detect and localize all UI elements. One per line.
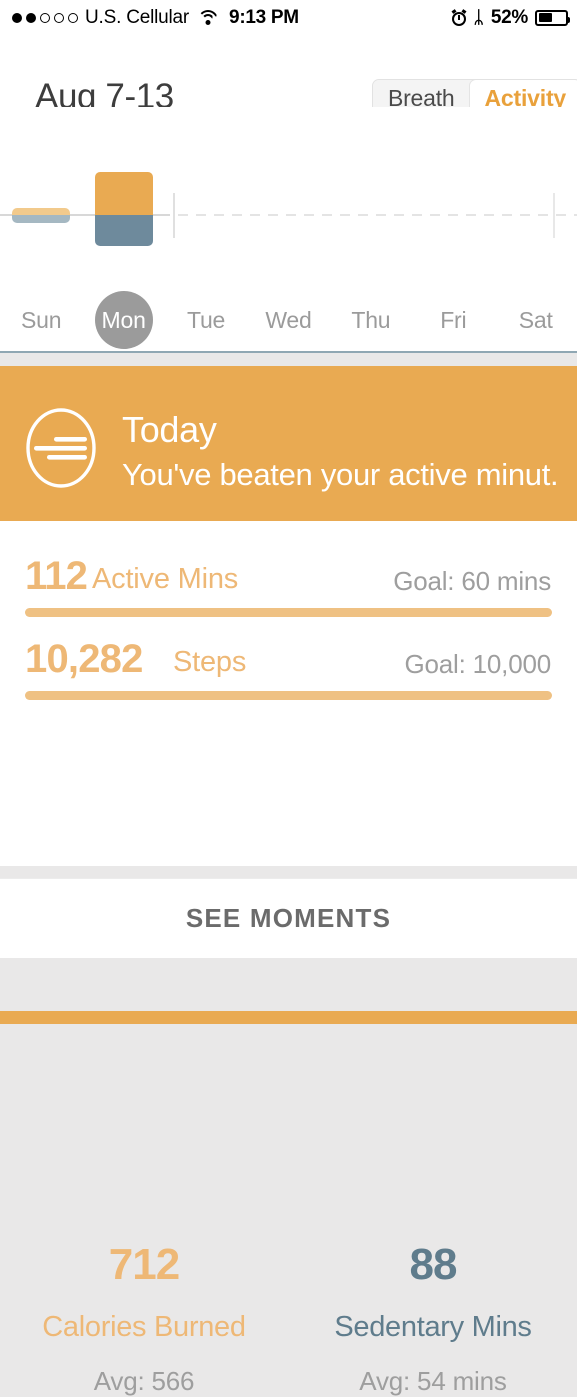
- week-activity-chart: [0, 107, 577, 287]
- stat-calories-burned: 712 Calories Burned Avg: 566: [0, 1231, 288, 1397]
- app-screen: U.S. Cellular 9:13 PM ᛦ 52% Aug 7-13 Bre…: [0, 0, 577, 1396]
- calories-value: 712: [108, 1240, 180, 1289]
- day-label: Sun: [21, 306, 62, 333]
- day-label: Wed: [265, 306, 312, 333]
- day-tab-fri[interactable]: Fri: [412, 291, 494, 349]
- section-divider-top: [0, 866, 577, 878]
- battery-icon: [535, 9, 570, 26]
- sedentary-label: Sedentary Mins: [334, 1311, 532, 1344]
- stat-sedentary-mins: 88 Sedentary Mins Avg: 54 mins: [289, 1231, 577, 1397]
- bluetooth-icon: ᛦ: [473, 8, 484, 27]
- bar-segment-active-mins: [95, 172, 153, 215]
- clock-label: 9:13 PM: [229, 6, 299, 28]
- see-moments-label: SEE MOMENTS: [185, 903, 392, 933]
- day-label: Sat: [518, 306, 553, 333]
- alarm-clock-icon: [451, 8, 467, 26]
- dual-stats-row: 712 Calories Burned Avg: 566 88 Sedentar…: [0, 1231, 577, 1396]
- calories-label: Calories Burned: [42, 1311, 246, 1344]
- signal-strength-icon: [12, 12, 78, 23]
- day-tab-tue[interactable]: Tue: [165, 291, 247, 349]
- day-tab-sun[interactable]: Sun: [0, 291, 82, 349]
- chart-tick-mon: [173, 193, 175, 238]
- calories-average: Avg: 566: [93, 1366, 195, 1397]
- day-tab-wed[interactable]: Wed: [247, 291, 329, 349]
- stats-panel: 112 Active Mins Goal: 60 mins 10,282 Ste…: [0, 521, 577, 1396]
- day-label: Mon: [94, 291, 153, 349]
- wifi-icon: [197, 9, 219, 26]
- banner-title: Today: [122, 409, 217, 450]
- steps-progress-bar: [25, 691, 552, 700]
- metric-steps: 10,282 Steps Goal: 10,000: [0, 629, 577, 707]
- chart-bar-sun[interactable]: [12, 208, 70, 223]
- status-bar-left: U.S. Cellular 9:13 PM: [12, 0, 299, 35]
- carrier-label: U.S. Cellular: [85, 6, 190, 28]
- bar-segment-sedentary-mins: [95, 215, 153, 246]
- chart-bar-mon[interactable]: [95, 172, 153, 246]
- steps-value: 10,282: [25, 637, 143, 681]
- active-mins-unit: Active Mins: [92, 563, 239, 595]
- active-mins-progress-bar: [25, 608, 552, 617]
- day-label: Fri: [440, 306, 467, 333]
- active-mins-goal: Goal: 60 mins: [393, 566, 551, 596]
- bar-segment-sedentary-mins: [12, 215, 70, 223]
- battery-percent-label: 52%: [490, 6, 528, 28]
- banner-subtitle: You've beaten your active minut.: [122, 457, 559, 492]
- signal-dot: [26, 12, 36, 23]
- active-mins-value: 112: [25, 554, 88, 598]
- signal-dot: [12, 12, 22, 23]
- status-bar-right: ᛦ 52%: [451, 0, 570, 35]
- next-card-peek[interactable]: [0, 1011, 577, 1024]
- page-header: Aug 7-13 Breath Activity: [0, 35, 577, 117]
- section-divider-bottom: [0, 958, 577, 1011]
- day-tab-mon[interactable]: Mon: [82, 291, 164, 349]
- day-tab-thu[interactable]: Thu: [330, 291, 412, 349]
- signal-dot: [68, 12, 78, 23]
- sedentary-value: 88: [409, 1240, 458, 1289]
- sedentary-average: Avg: 54 mins: [359, 1366, 507, 1397]
- metric-active-mins: 112 Active Mins Goal: 60 mins: [0, 546, 577, 624]
- chart-axis-future: [178, 214, 577, 216]
- day-label: Tue: [186, 306, 226, 333]
- day-tab-sat[interactable]: Sat: [495, 291, 577, 349]
- spire-logo-icon: [25, 406, 97, 490]
- status-bar: U.S. Cellular 9:13 PM ᛦ 52%: [0, 0, 577, 35]
- week-chart-card: Sun Mon Tue Wed Thu Fri Sat: [0, 107, 577, 353]
- bar-segment-active-mins: [12, 208, 70, 215]
- steps-goal: Goal: 10,000: [404, 649, 552, 679]
- signal-dot: [40, 12, 50, 23]
- chart-tick-sat: [553, 193, 555, 238]
- day-label: Thu: [351, 306, 391, 333]
- see-moments-button[interactable]: SEE MOMENTS: [0, 878, 577, 958]
- steps-unit: Steps: [173, 646, 247, 678]
- day-selector-strip[interactable]: Sun Mon Tue Wed Thu Fri Sat: [0, 287, 577, 353]
- signal-dot: [54, 12, 64, 23]
